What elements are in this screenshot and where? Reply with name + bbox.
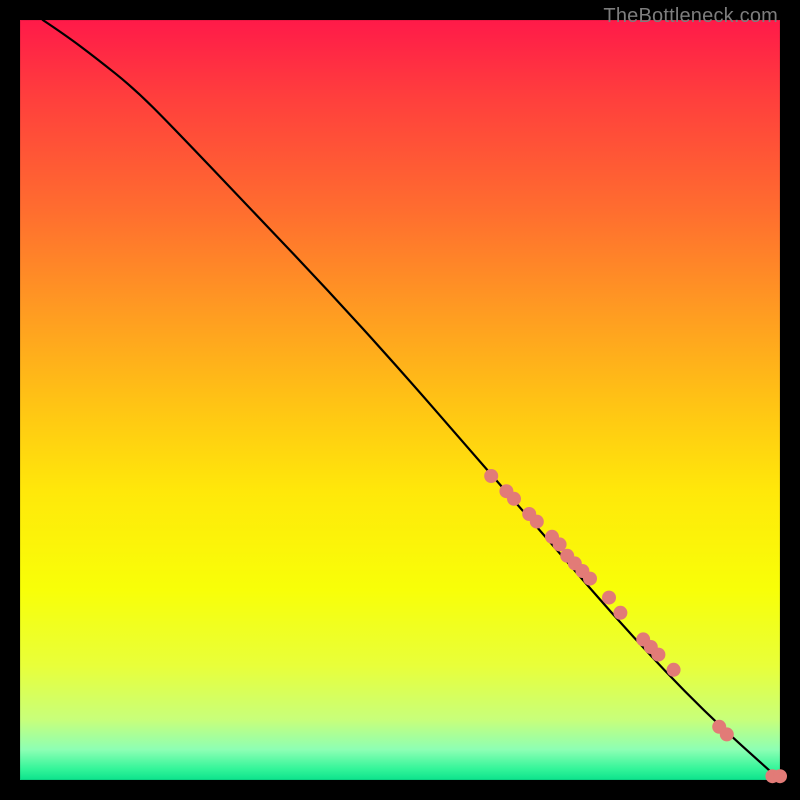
- chart-stage: TheBottleneck.com: [0, 0, 800, 800]
- plot-area: [20, 20, 780, 780]
- data-point: [530, 515, 544, 529]
- data-point: [583, 572, 597, 586]
- data-point: [651, 648, 665, 662]
- data-point: [773, 769, 787, 783]
- data-point: [507, 492, 521, 506]
- data-point: [720, 727, 734, 741]
- data-point: [553, 537, 567, 551]
- data-points: [484, 469, 787, 783]
- data-point: [613, 606, 627, 620]
- data-point: [484, 469, 498, 483]
- data-point: [667, 663, 681, 677]
- chart-svg: [20, 20, 780, 780]
- data-point: [602, 591, 616, 605]
- watermark-label: TheBottleneck.com: [603, 5, 778, 28]
